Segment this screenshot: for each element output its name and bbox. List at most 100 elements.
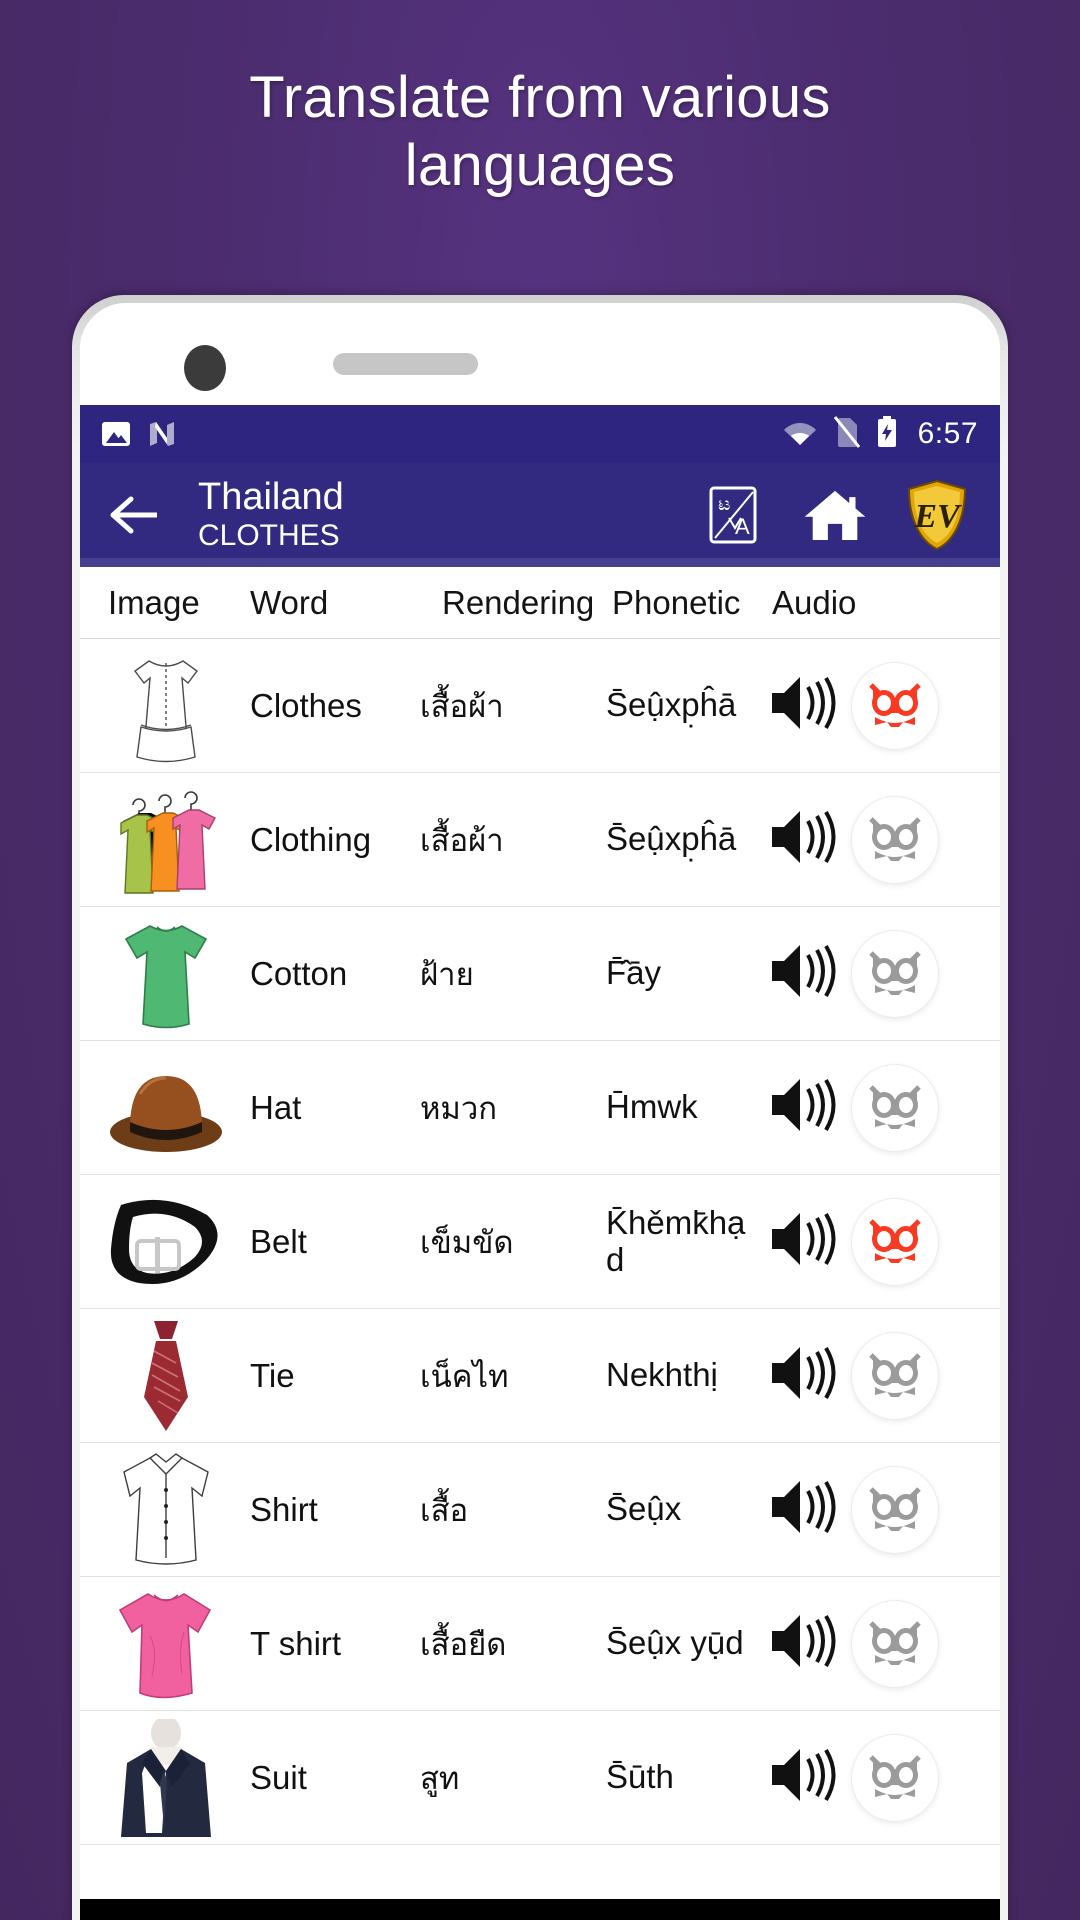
svg-text:A: A bbox=[735, 514, 750, 539]
row-phonetic: S̄eụ̂xp̣ĥā bbox=[606, 820, 737, 858]
table-row[interactable]: Shirt เสื้อ S̄eụ̂x bbox=[80, 1443, 1000, 1577]
column-header-phonetic: Phonetic bbox=[612, 583, 741, 621]
ev-logo-icon: EV bbox=[907, 479, 967, 551]
image-icon bbox=[102, 422, 130, 446]
speaker-icon bbox=[772, 1078, 836, 1132]
suit-icon bbox=[98, 1718, 234, 1837]
owl-icon bbox=[869, 1754, 921, 1799]
promo-headline-line2: languages bbox=[404, 133, 676, 199]
owl-icon bbox=[869, 1620, 921, 1665]
owl-icon bbox=[869, 1352, 921, 1397]
table-row[interactable]: Suit สูท S̄ūth bbox=[80, 1711, 1000, 1845]
speaker-icon bbox=[772, 676, 836, 730]
hat-icon bbox=[98, 1049, 234, 1167]
column-header-word: Word bbox=[250, 583, 329, 621]
column-header-audio: Audio bbox=[772, 583, 857, 621]
dress-icon bbox=[98, 647, 234, 765]
favorite-owl-button[interactable] bbox=[852, 662, 938, 749]
belt-icon bbox=[98, 1183, 234, 1301]
row-rendering: สูท bbox=[420, 1760, 460, 1796]
owl-icon bbox=[869, 816, 921, 861]
favorite-owl-button[interactable] bbox=[852, 1332, 938, 1419]
app-bar-titles: Thailand CLOTHES bbox=[198, 476, 344, 555]
row-rendering: ฝ้าย bbox=[420, 956, 474, 992]
row-rendering: เสื้อผ้า bbox=[420, 822, 504, 858]
row-phonetic: S̄eụ̂xp̣ĥā bbox=[606, 686, 737, 724]
row-rendering: เสื้อผ้า bbox=[420, 688, 504, 724]
home-icon bbox=[804, 490, 866, 540]
row-rendering: เน็คไท bbox=[420, 1358, 509, 1394]
row-word: T shirt bbox=[250, 1624, 342, 1662]
earpiece-speaker-icon bbox=[333, 353, 478, 375]
front-camera-icon bbox=[184, 345, 226, 391]
shirt-icon bbox=[98, 1451, 234, 1569]
back-button[interactable] bbox=[102, 483, 166, 547]
play-audio-button[interactable] bbox=[768, 1341, 838, 1410]
row-rendering: หมวก bbox=[420, 1090, 498, 1126]
row-phonetic: S̄ūth bbox=[606, 1758, 674, 1796]
table-row[interactable]: T shirt เสื้อยืด S̄eụ̂x yụ̄d bbox=[80, 1577, 1000, 1711]
wifi-icon bbox=[782, 418, 818, 451]
table-row[interactable]: Hat หมวก H̄mwk bbox=[80, 1041, 1000, 1175]
speaker-icon bbox=[772, 810, 836, 864]
row-rendering: เข็มขัด bbox=[420, 1224, 514, 1260]
owl-icon bbox=[869, 1218, 921, 1263]
table-row[interactable]: Tie เน็คไท Nekhthị bbox=[80, 1309, 1000, 1443]
row-word: Cotton bbox=[250, 954, 348, 992]
row-phonetic: K̄hěmk̄hạd bbox=[606, 1203, 746, 1278]
play-audio-button[interactable] bbox=[768, 1743, 838, 1812]
row-phonetic: S̄eụ̂x yụ̄d bbox=[606, 1624, 744, 1662]
play-audio-button[interactable] bbox=[768, 1609, 838, 1678]
ev-logo-button[interactable]: EV bbox=[904, 479, 970, 551]
favorite-owl-button[interactable] bbox=[852, 1734, 938, 1821]
favorite-owl-button[interactable] bbox=[852, 1466, 938, 1553]
row-phonetic: H̄mwk bbox=[606, 1088, 698, 1126]
play-audio-button[interactable] bbox=[768, 1073, 838, 1142]
translate-icon: ಟ A bbox=[709, 486, 757, 544]
owl-icon bbox=[869, 682, 921, 727]
play-audio-button[interactable] bbox=[768, 671, 838, 740]
navigation-bar bbox=[80, 1899, 1000, 1920]
favorite-owl-button[interactable] bbox=[852, 1600, 938, 1687]
table-header-row: Image Word Rendering Phonetic Audio bbox=[80, 567, 1000, 639]
table-row[interactable]: Cotton ฝ้าย F̄̂āy bbox=[80, 907, 1000, 1041]
tshirt-icon bbox=[98, 1585, 234, 1703]
favorite-owl-button[interactable] bbox=[852, 930, 938, 1017]
row-word: Hat bbox=[250, 1088, 302, 1126]
row-rendering: เสื้อ bbox=[420, 1492, 469, 1528]
table-row[interactable]: Belt เข็มขัด K̄hěmk̄hạd bbox=[80, 1175, 1000, 1309]
column-header-image: Image bbox=[108, 583, 200, 621]
row-word: Suit bbox=[250, 1758, 307, 1796]
table-row[interactable]: Clothing เสื้อผ้า S̄eụ̂xp̣ĥā bbox=[80, 773, 1000, 907]
owl-icon bbox=[869, 1084, 921, 1129]
translate-button[interactable]: ಟ A bbox=[700, 482, 766, 548]
svg-text:ಟ: ಟ bbox=[718, 494, 730, 515]
page-title: Thailand bbox=[198, 475, 344, 518]
play-audio-button[interactable] bbox=[768, 1475, 838, 1544]
phone-mockup: 6:57 Thailand CLOTHES ಟ A EV Image Word … bbox=[72, 295, 1008, 1920]
row-phonetic: S̄eụ̂x bbox=[606, 1490, 682, 1528]
no-sim-icon bbox=[833, 415, 860, 453]
speaker-icon bbox=[772, 1346, 836, 1400]
android-n-icon bbox=[148, 419, 176, 449]
app-bar: Thailand CLOTHES ಟ A EV bbox=[80, 463, 1000, 567]
favorite-owl-button[interactable] bbox=[852, 1064, 938, 1151]
speaker-icon bbox=[772, 1212, 836, 1266]
speaker-icon bbox=[772, 1748, 836, 1802]
row-word: Tie bbox=[250, 1356, 295, 1394]
status-bar-clock: 6:57 bbox=[917, 417, 978, 450]
hangers-icon bbox=[98, 781, 234, 899]
speaker-icon bbox=[772, 944, 836, 998]
promo-headline-line1: Translate from various bbox=[249, 65, 831, 130]
row-word: Clothes bbox=[250, 686, 362, 724]
home-button[interactable] bbox=[802, 482, 868, 548]
speaker-icon bbox=[772, 1480, 836, 1534]
favorite-owl-button[interactable] bbox=[852, 796, 938, 883]
row-phonetic: Nekhthị bbox=[606, 1356, 718, 1394]
play-audio-button[interactable] bbox=[768, 939, 838, 1008]
play-audio-button[interactable] bbox=[768, 1207, 838, 1276]
table-row[interactable]: Clothes เสื้อผ้า S̄eụ̂xp̣ĥā bbox=[80, 639, 1000, 773]
favorite-owl-button[interactable] bbox=[852, 1198, 938, 1285]
play-audio-button[interactable] bbox=[768, 805, 838, 874]
row-word: Clothing bbox=[250, 820, 372, 858]
